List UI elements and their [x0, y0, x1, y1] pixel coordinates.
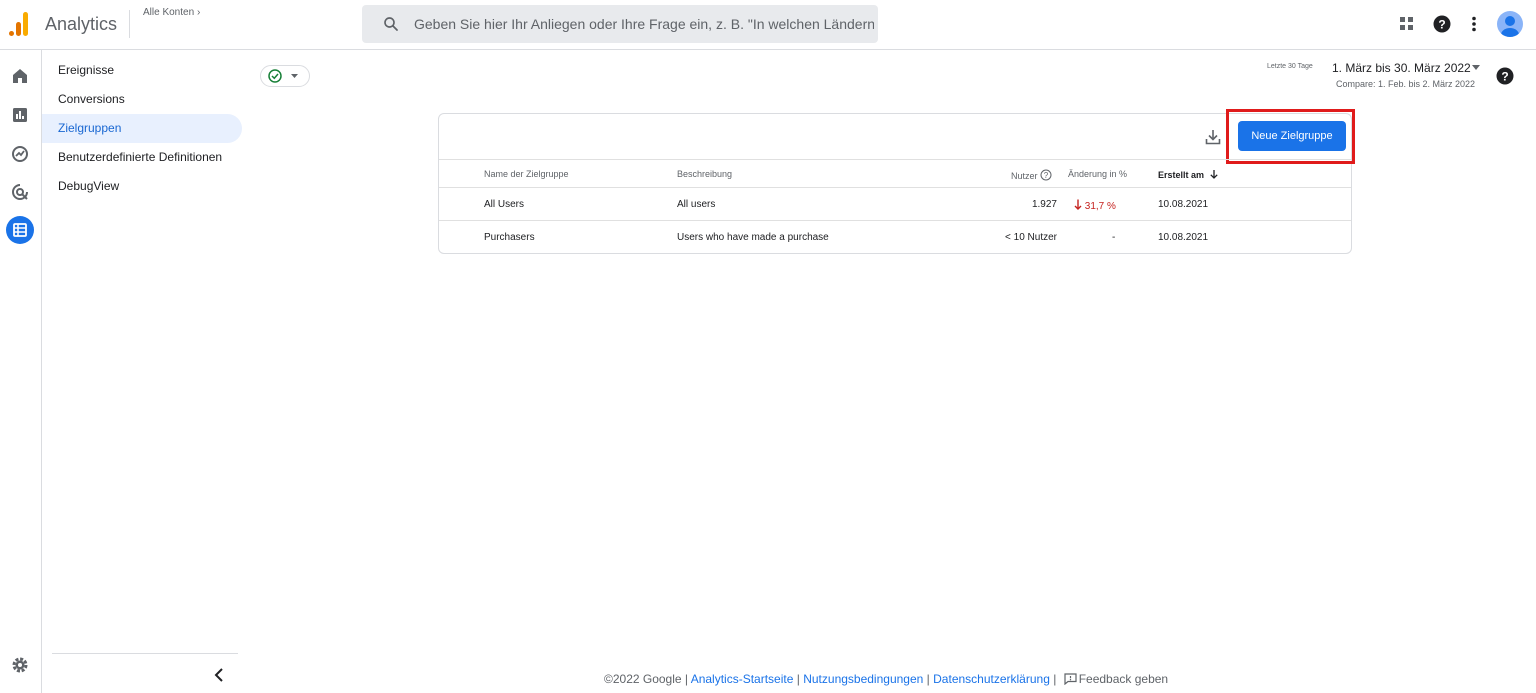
app-title: Analytics — [45, 14, 118, 34]
footer-separator: | — [1053, 672, 1057, 686]
column-header-change[interactable]: Änderung in % — [1068, 169, 1127, 179]
question-help-icon[interactable]: ? — [1040, 169, 1052, 181]
footer-feedback-label: Feedback geben — [1078, 672, 1169, 686]
page-help-icon[interactable]: ? — [1495, 66, 1515, 86]
more-vert-icon[interactable] — [1464, 14, 1484, 34]
top-bar: Analytics Alle Konten › Geben Sie hier I… — [0, 0, 1536, 50]
user-avatar-icon — [1501, 16, 1519, 37]
footer-copyright: ©2022 Google | — [604, 672, 689, 686]
audience-created: 10.08.2021 — [1158, 232, 1209, 243]
audience-created: 10.08.2021 — [1158, 199, 1209, 210]
audience-name[interactable]: All Users — [484, 199, 524, 210]
column-header-created-label: Erstellt am — [1158, 170, 1205, 180]
audience-change-value: 31,7 % — [1084, 201, 1116, 212]
configure-sidenav: Ereignisse Conversions Zielgruppen Benut… — [42, 56, 242, 201]
new-audience-button[interactable]: Neue Zielgruppe — [1238, 121, 1346, 151]
help-icon[interactable]: ? — [1432, 14, 1452, 34]
footer-link-terms[interactable]: Nutzungsbedingungen — [803, 672, 923, 686]
arrow-down-red-icon — [1074, 199, 1082, 210]
sidenav-item-custom-definitions[interactable]: Benutzerdefinierte Definitionen — [42, 143, 242, 172]
table-row[interactable]: Purchasers Users who have made a purchas… — [439, 221, 1351, 254]
audiences-table-card: Neue Zielgruppe Name der Zielgruppe Besc… — [438, 109, 1355, 254]
reports-icon[interactable] — [9, 104, 31, 126]
svg-text:?: ? — [1501, 70, 1508, 84]
audience-description: All users — [677, 199, 716, 210]
date-preset-label: Letzte 30 Tage — [1267, 63, 1313, 70]
sort-arrow-down-icon — [1209, 170, 1218, 179]
svg-text:?: ? — [1044, 171, 1049, 180]
download-icon[interactable] — [1204, 128, 1222, 146]
configure-nav-active[interactable] — [6, 216, 34, 244]
comparison-filter-chip[interactable] — [260, 65, 310, 87]
home-icon[interactable] — [9, 65, 31, 87]
date-compare-label: Compare: 1. Feb. bis 2. März 2022 — [1336, 79, 1476, 89]
footer: ©2022 Google | Analytics-Startseite | Nu… — [604, 672, 1168, 686]
column-header-users[interactable]: Nutzer ? — [1011, 169, 1052, 181]
column-header-users-label: Nutzer — [1011, 171, 1038, 181]
audience-description: Users who have made a purchase — [677, 232, 829, 243]
column-header-description[interactable]: Beschreibung — [677, 169, 732, 179]
audience-change: 31,7 % — [1074, 199, 1116, 212]
table-header-row: Name der Zielgruppe Beschreibung Nutzer … — [439, 159, 1351, 188]
footer-feedback[interactable]: Feedback geben — [1060, 672, 1168, 686]
search-bar[interactable]: Geben Sie hier Ihr Anliegen oder Ihre Fr… — [362, 5, 878, 43]
account-picker[interactable]: Alle Konten › — [143, 7, 200, 18]
configure-list-icon — [13, 223, 27, 237]
date-range-selector[interactable]: 1. März bis 30. März 2022 — [1332, 61, 1471, 75]
audience-users: < 10 Nutzer — [1005, 232, 1057, 243]
collapse-chevron-left-icon[interactable] — [211, 666, 227, 684]
apps-grid-icon[interactable] — [1397, 14, 1417, 34]
audience-name[interactable]: Purchasers — [484, 232, 535, 243]
column-header-created[interactable]: Erstellt am — [1158, 169, 1219, 180]
check-circle-icon — [268, 69, 298, 83]
search-placeholder: Geben Sie hier Ihr Anliegen oder Ihre Fr… — [414, 16, 874, 32]
chevron-right-icon: › — [196, 7, 201, 18]
footer-separator: | — [796, 672, 800, 686]
header-divider — [129, 10, 130, 38]
table-row[interactable]: All Users All users 1.927 31,7 % 10.08.2… — [439, 188, 1351, 221]
sidenav-item-conversions[interactable]: Conversions — [42, 85, 242, 114]
settings-gear-icon[interactable] — [9, 654, 31, 676]
sidenav-item-events[interactable]: Ereignisse — [42, 56, 242, 85]
feedback-icon — [1064, 673, 1077, 685]
caret-down-icon[interactable] — [1472, 65, 1480, 70]
explore-icon[interactable] — [9, 143, 31, 165]
sidenav-divider — [52, 653, 238, 654]
sidenav-item-audiences[interactable]: Zielgruppen — [42, 114, 242, 143]
left-rail — [0, 50, 42, 693]
avatar[interactable] — [1497, 11, 1523, 37]
svg-text:?: ? — [1438, 18, 1445, 32]
audience-users: 1.927 — [1031, 199, 1057, 210]
audience-change: - — [1112, 232, 1116, 243]
account-picker-label: Alle Konten — [143, 7, 195, 18]
search-icon — [384, 17, 398, 31]
column-header-name[interactable]: Name der Zielgruppe — [484, 169, 569, 179]
sidenav-item-debugview[interactable]: DebugView — [42, 172, 242, 201]
analytics-logo-icon[interactable] — [9, 12, 31, 36]
footer-separator: | — [926, 672, 930, 686]
advertising-icon[interactable] — [9, 181, 31, 203]
footer-link-home[interactable]: Analytics-Startseite — [691, 672, 794, 686]
footer-link-privacy[interactable]: Datenschutzerklärung — [933, 672, 1050, 686]
